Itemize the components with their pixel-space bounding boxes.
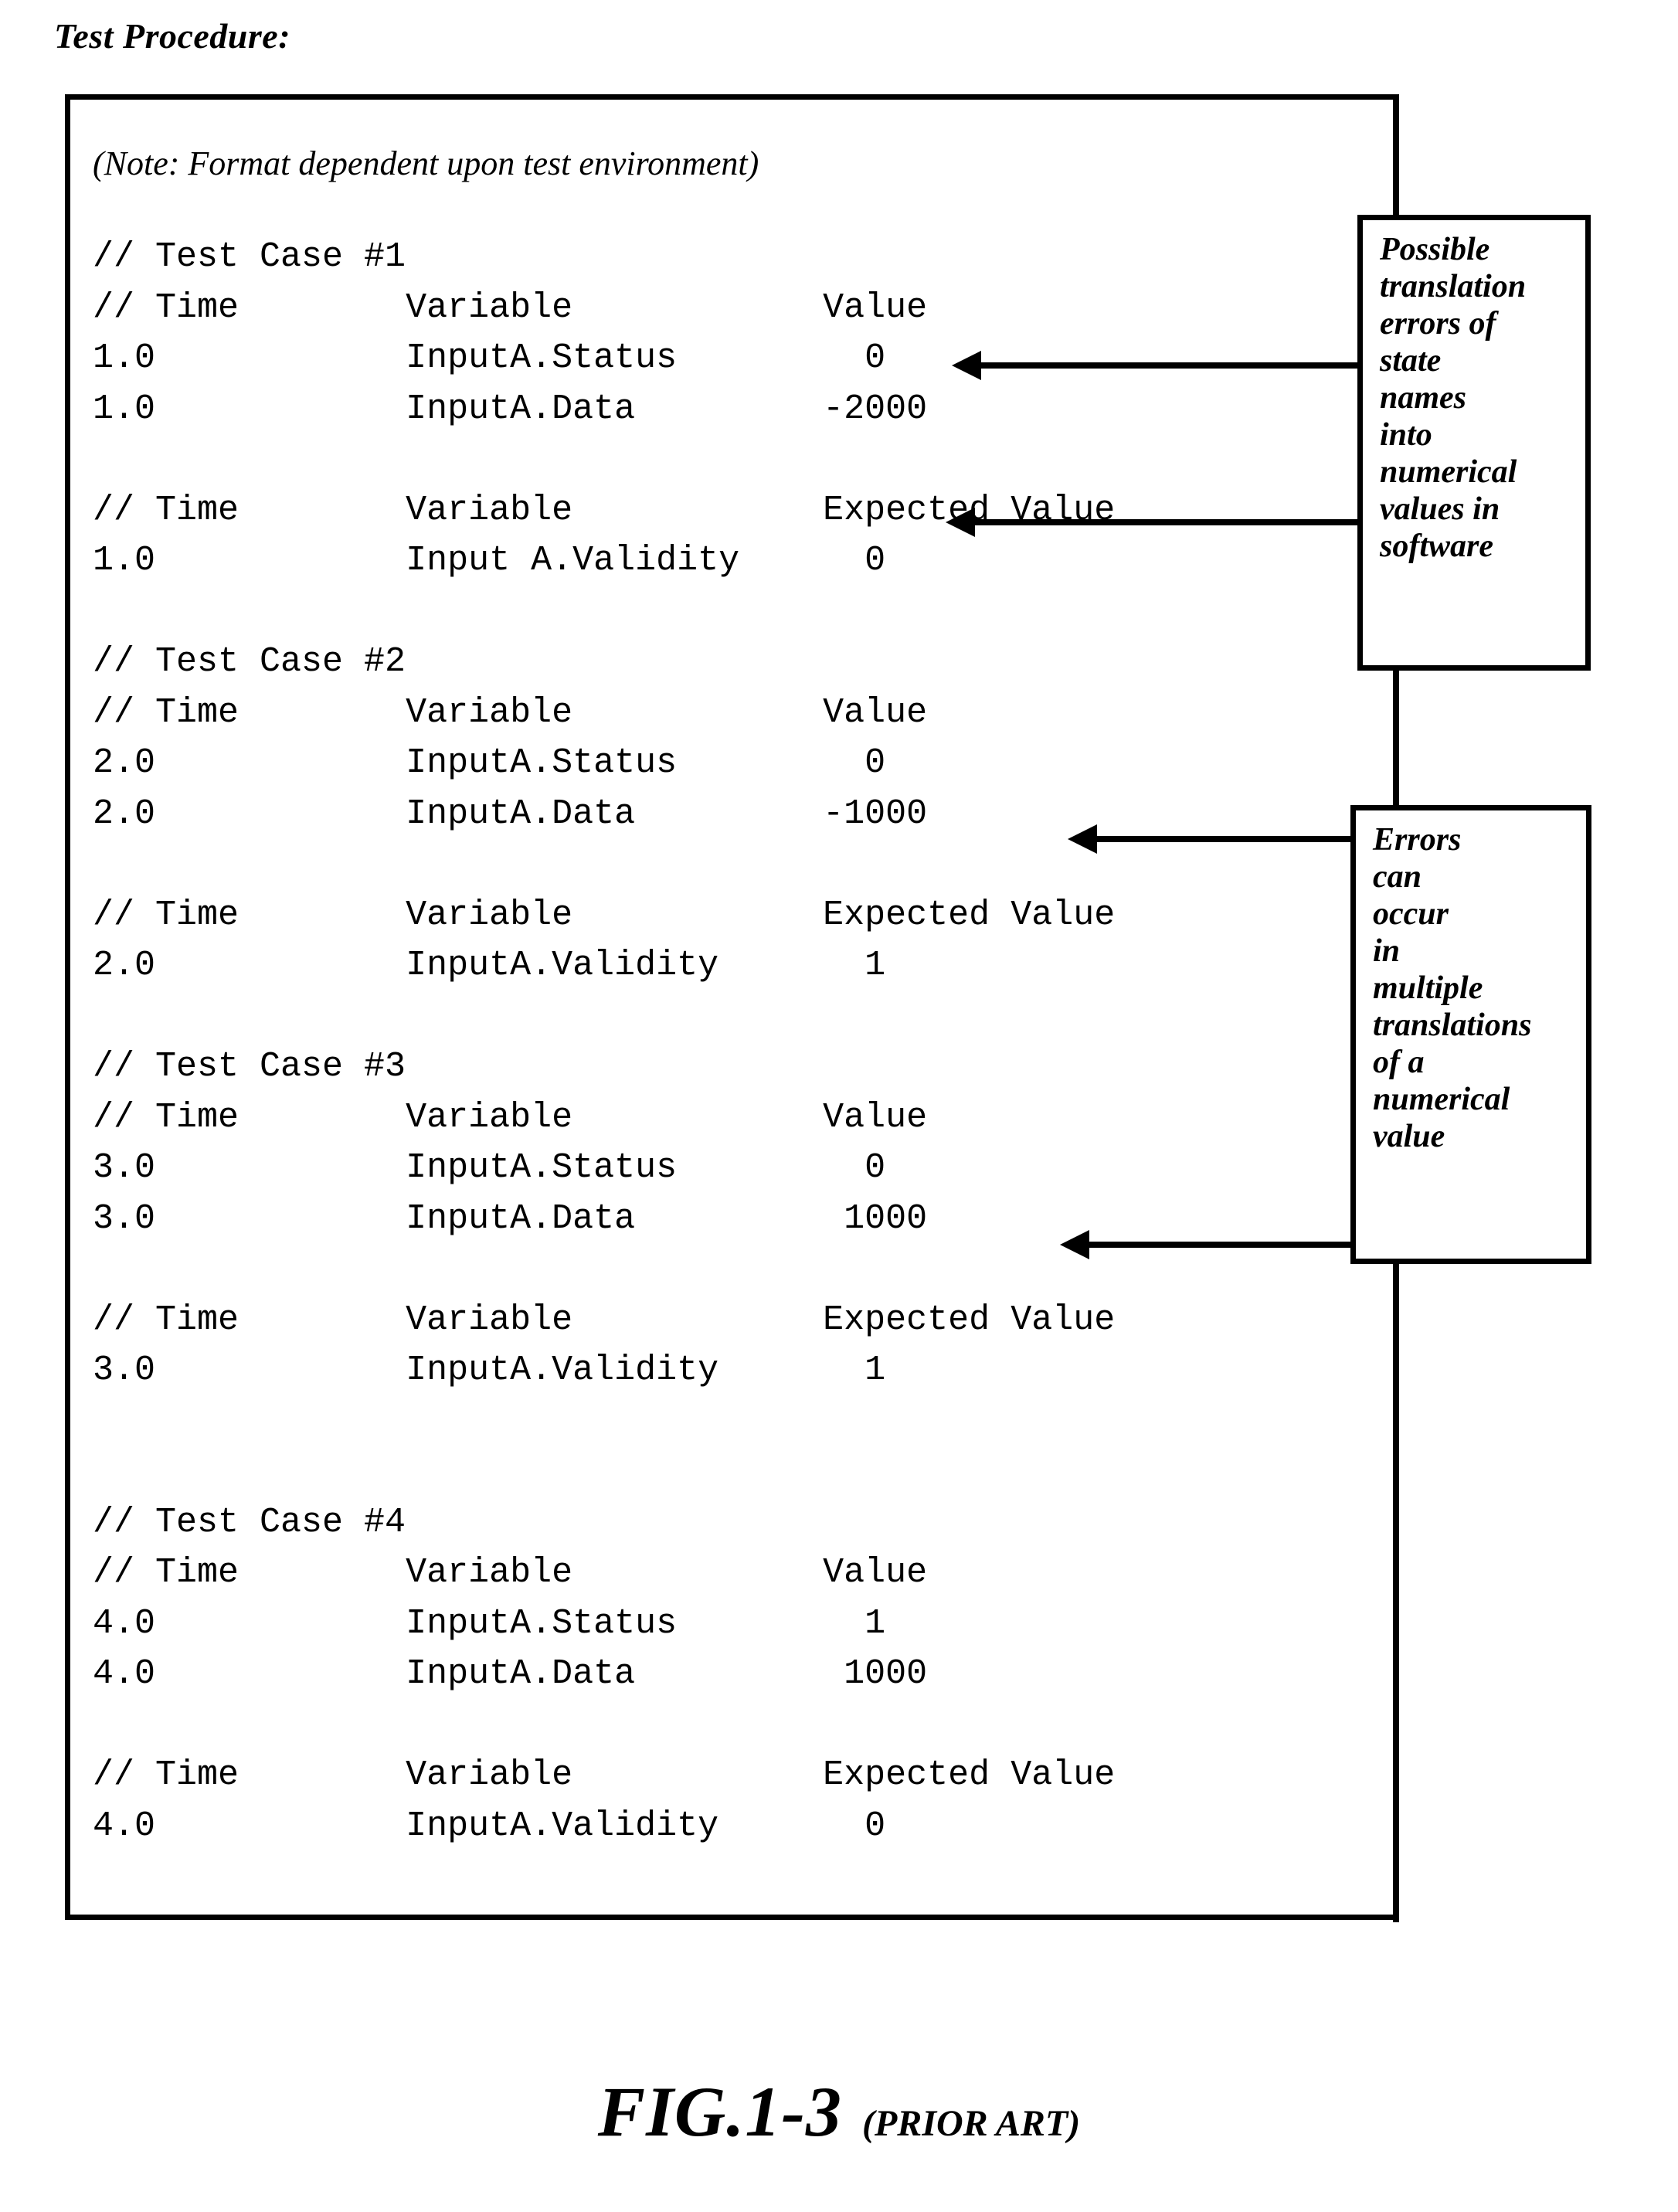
code-line: // Time Variable Value bbox=[93, 692, 928, 732]
code-line: // Time Variable Value bbox=[93, 1097, 928, 1137]
test-procedure-code: // Test Case #1 // Time Variable Value 1.0… bbox=[93, 232, 1391, 1851]
figure-number: FIG.1-3 bbox=[597, 2072, 842, 2151]
arrow-head-icon-case1-status bbox=[952, 351, 981, 380]
code-line: // Test Case #2 bbox=[93, 642, 406, 681]
code-line: 3.0 InputA.Data 1000 bbox=[93, 1198, 928, 1239]
callout-line: can bbox=[1373, 859, 1422, 895]
code-line: // Time Variable Expected Value bbox=[93, 895, 1116, 935]
leader-line-case3-data bbox=[1089, 1242, 1357, 1248]
code-line: 3.0 InputA.Validity 1 bbox=[93, 1351, 886, 1390]
arrow-head-icon-case2-data bbox=[1068, 824, 1097, 854]
callout-line: Possible bbox=[1380, 232, 1490, 267]
code-line: // Time Variable Value bbox=[93, 1553, 928, 1592]
callout-line: errors of bbox=[1380, 306, 1496, 341]
code-line: // Test Case #1 bbox=[93, 237, 406, 277]
code-line: 2.0 InputA.Status 0 bbox=[93, 743, 886, 783]
callout-line: occur bbox=[1373, 896, 1449, 932]
code-line: 4.0 InputA.Status 1 bbox=[93, 1603, 886, 1643]
callout-line: in bbox=[1373, 933, 1401, 969]
code-line: // Time Variable Value bbox=[93, 287, 928, 328]
code-line: 4.0 InputA.Validity 0 bbox=[93, 1806, 886, 1846]
code-line: // Time Variable Expected Value bbox=[93, 1755, 1116, 1795]
connector-line-top bbox=[1393, 94, 1399, 218]
code-line: 2.0 InputA.Data -1000 bbox=[93, 793, 928, 834]
leader-line-case1-status bbox=[981, 362, 1361, 369]
callout-line: into bbox=[1380, 417, 1432, 453]
callout-line: translation bbox=[1380, 269, 1527, 304]
arrow-head-icon-case1-validity bbox=[946, 508, 975, 537]
page-title: Test Procedure: bbox=[54, 16, 291, 56]
code-line: 1.0 Input A.Validity 0 bbox=[93, 541, 886, 580]
code-line: 1.0 InputA.Status 0 bbox=[93, 338, 886, 378]
code-line: 2.0 InputA.Validity 1 bbox=[93, 946, 886, 985]
code-line: // Test Case #4 bbox=[93, 1502, 406, 1542]
callout-line: software bbox=[1380, 528, 1493, 564]
callout-line: numerical bbox=[1373, 1082, 1510, 1117]
format-note: (Note: Format dependent upon test enviro… bbox=[93, 144, 759, 182]
code-line: // Time Variable Expected Value bbox=[93, 1300, 1116, 1340]
callout-line: Errors bbox=[1373, 822, 1462, 858]
code-line: // Time Variable Expected Value bbox=[93, 490, 1116, 530]
code-line: // Test Case #3 bbox=[93, 1047, 406, 1086]
callout-line: numerical bbox=[1380, 454, 1517, 490]
figure-page: Test Procedure: (Note: Format dependent … bbox=[0, 0, 1678, 2212]
callout-line: state bbox=[1380, 343, 1442, 379]
callout-line: of a bbox=[1373, 1045, 1425, 1080]
leader-line-case2-data bbox=[1097, 836, 1357, 842]
callout-translation-errors: Possible translation errors of state names in… bbox=[1357, 215, 1591, 671]
figure-caption: FIG.1-3 (PRIOR ART) bbox=[0, 2071, 1678, 2153]
connector-line-middle bbox=[1393, 666, 1399, 809]
code-line: 3.0 InputA.Status 0 bbox=[93, 1148, 886, 1188]
leader-line-case1-validity bbox=[975, 519, 1361, 525]
code-line: 1.0 InputA.Data -2000 bbox=[93, 389, 928, 429]
callout-line: value bbox=[1373, 1119, 1445, 1154]
connector-line-bottom bbox=[1393, 1259, 1399, 1922]
code-line: 4.0 InputA.Data 1000 bbox=[93, 1654, 928, 1694]
callout-line: multiple bbox=[1373, 970, 1483, 1006]
callout-line: names bbox=[1380, 380, 1467, 416]
arrow-head-icon-case3-data bbox=[1060, 1230, 1089, 1259]
callout-line: translations bbox=[1373, 1007, 1532, 1043]
callout-line: values in bbox=[1380, 491, 1500, 527]
callout-multiple-translations: Errors can occur in multiple translations of a… bbox=[1350, 805, 1591, 1264]
figure-prior-art-label: (PRIOR ART) bbox=[862, 2103, 1081, 2144]
